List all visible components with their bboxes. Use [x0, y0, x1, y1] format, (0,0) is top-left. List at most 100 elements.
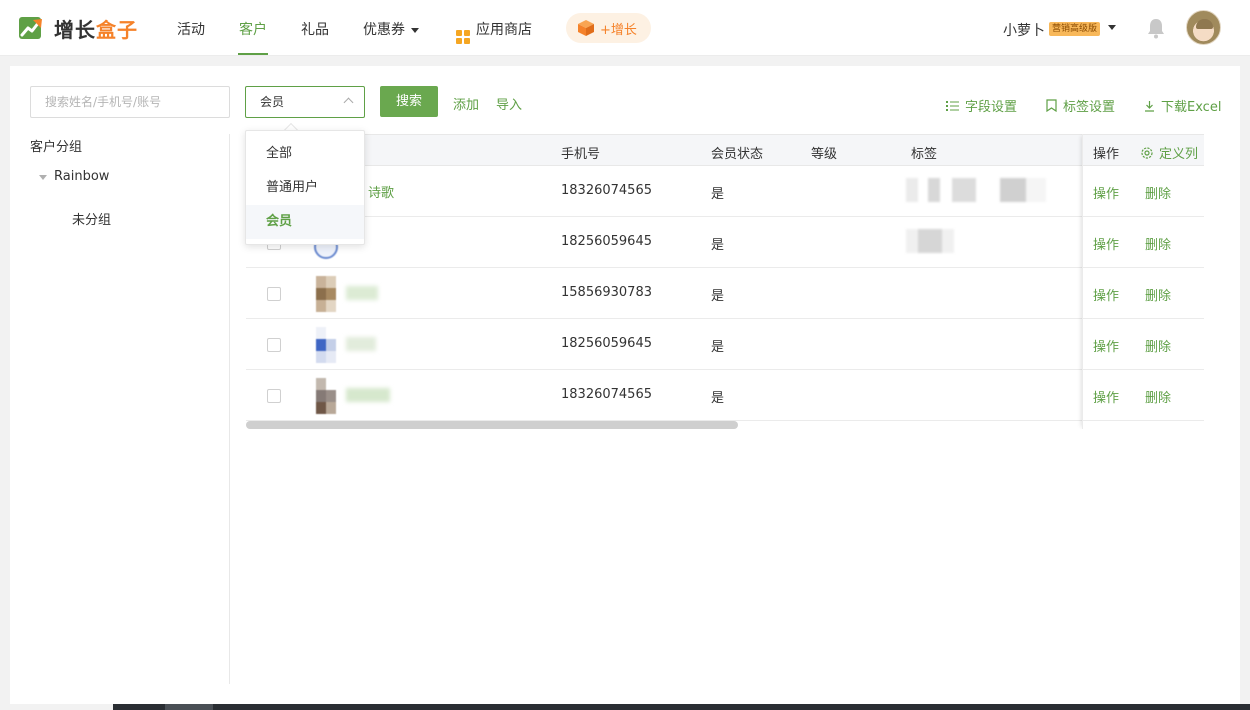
table-row[interactable]: i 18256059645 是 [246, 217, 1204, 268]
brand-logo[interactable]: 增长盒子 [18, 14, 138, 42]
search-button[interactable]: 搜索 [380, 86, 438, 117]
delete-link[interactable]: 删除 [1145, 183, 1171, 202]
custom-columns-button[interactable]: 定义列 [1140, 143, 1198, 162]
customer-group-title: 客户分组 [30, 140, 83, 155]
tree-expand-icon[interactable] [39, 175, 47, 180]
user-avatar[interactable] [1186, 10, 1221, 45]
customer-tags-redacted [906, 229, 954, 253]
customer-phone: 18326074565 [561, 183, 652, 198]
actions-column: 操作 定义列 操作 删除 操作 删除 操作 删除 操作 删除 操作 删除 [1082, 134, 1204, 429]
customer-phone: 18256059645 [561, 336, 652, 351]
customer-phone: 15856930783 [561, 285, 652, 300]
customer-name-redacted [346, 286, 378, 300]
chevron-up-icon [343, 97, 354, 108]
tree-node-ungrouped[interactable]: 未分组 [72, 209, 111, 228]
actions-cell: 操作 删除 [1083, 217, 1204, 268]
customer-avatar [310, 327, 342, 363]
field-settings-label: 字段设置 [965, 100, 1018, 115]
import-link[interactable]: 导入 [496, 94, 522, 113]
customer-member-status: 是 [711, 289, 725, 304]
customer-member-status: 是 [711, 340, 725, 355]
user-name[interactable]: 小萝卜 [1003, 20, 1045, 40]
nav-item-app-store[interactable]: 应用商店 [456, 19, 532, 44]
user-menu-chevron-icon[interactable] [1108, 25, 1116, 30]
tree-node-rainbow[interactable]: Rainbow [54, 169, 109, 184]
operate-link[interactable]: 操作 [1093, 183, 1119, 202]
delete-link[interactable]: 删除 [1145, 285, 1171, 304]
tag-settings-label: 标签设置 [1063, 100, 1116, 115]
nav-item-customers[interactable]: 客户 [239, 19, 267, 39]
customer-phone: 18256059645 [561, 234, 652, 249]
row-checkbox[interactable] [267, 338, 281, 352]
delete-link[interactable]: 删除 [1145, 234, 1171, 253]
operate-link[interactable]: 操作 [1093, 285, 1119, 304]
brand-name-part2: 盒子 [96, 17, 138, 42]
scrollbar-thumb[interactable] [246, 421, 738, 429]
nav-item-gifts[interactable]: 礼品 [301, 19, 329, 39]
customer-member-status: 是 [711, 238, 725, 253]
customer-avatar [310, 276, 342, 312]
dropdown-option-all[interactable]: 全部 [246, 137, 364, 171]
nav-coupons-label: 优惠券 [363, 22, 405, 38]
column-header-member-status: 会员状态 [711, 147, 764, 162]
download-icon [1145, 100, 1154, 112]
growth-chart-icon [19, 17, 42, 39]
top-nav-bar: 增长盒子 活动 客户 礼品 优惠券 应用商店 +增长 小萝卜 营销高级版 [0, 0, 1250, 56]
member-filter-dropdown: 全部 普通用户 会员 [245, 130, 365, 245]
table-row[interactable]: 18326074565 是 [246, 370, 1204, 421]
customer-name-redacted [346, 388, 390, 402]
horizontal-scrollbar[interactable] [246, 421, 1204, 429]
content-card: 会员 搜索 添加 导入 字段设置 标签设置 下载Excel 客户分组 Rainb… [10, 66, 1240, 704]
operate-link[interactable]: 操作 [1093, 387, 1119, 406]
dropdown-option-member[interactable]: 会员 [246, 205, 364, 239]
download-excel-link[interactable]: 下载Excel [1144, 96, 1221, 115]
custom-columns-label: 定义列 [1159, 147, 1199, 162]
list-icon [946, 100, 959, 111]
table-row[interactable]: 诗歌 18326074565 是 [246, 166, 1204, 217]
dropdown-option-regular[interactable]: 普通用户 [246, 171, 364, 205]
customer-name-redacted [346, 337, 376, 351]
nav-item-activities[interactable]: 活动 [177, 19, 205, 39]
row-checkbox[interactable] [267, 287, 281, 301]
column-header-actions: 操作 [1093, 147, 1120, 162]
member-filter-select[interactable]: 会员 [245, 86, 365, 118]
download-excel-label: 下载Excel [1161, 100, 1222, 115]
grow-button[interactable]: +增长 [566, 13, 651, 43]
brand-name-part1: 增长 [54, 17, 96, 42]
bookmark-icon [1046, 99, 1057, 112]
delete-link[interactable]: 删除 [1145, 336, 1171, 355]
bell-icon[interactable] [1146, 17, 1166, 39]
customer-phone: 18326074565 [561, 387, 652, 402]
operate-link[interactable]: 操作 [1093, 234, 1119, 253]
gift-box-icon [578, 20, 594, 36]
customer-name[interactable]: 诗歌 [368, 182, 394, 201]
table-header: 手机号 会员状态 等级 标签 [246, 134, 1204, 166]
plan-badge: 营销高级版 [1049, 22, 1101, 36]
add-link[interactable]: 添加 [453, 94, 479, 113]
actions-column-header: 操作 定义列 [1083, 134, 1204, 166]
grow-button-label: +增长 [600, 22, 637, 38]
gear-icon [1141, 146, 1153, 159]
delete-link[interactable]: 删除 [1145, 387, 1171, 406]
app-grid-icon [456, 30, 470, 44]
actions-cell: 操作 删除 [1083, 166, 1204, 217]
field-settings-link[interactable]: 字段设置 [946, 96, 1017, 115]
customer-member-status: 是 [711, 391, 725, 406]
column-header-phone: 手机号 [561, 147, 601, 162]
search-input[interactable] [30, 86, 230, 118]
customer-table: 手机号 会员状态 等级 标签 诗歌 18326074565 是 i 182560… [246, 134, 1204, 429]
nav-item-coupons[interactable]: 优惠券 [363, 19, 419, 39]
chevron-down-icon [411, 27, 419, 33]
table-row[interactable]: 18256059645 是 [246, 319, 1204, 370]
sidebar-divider [229, 134, 230, 684]
actions-cell: 操作 删除 [1083, 268, 1204, 319]
table-row[interactable]: 15856930783 是 [246, 268, 1204, 319]
column-header-level: 等级 [811, 147, 838, 162]
column-header-tags: 标签 [911, 147, 938, 162]
tag-settings-link[interactable]: 标签设置 [1046, 96, 1115, 115]
customer-avatar [310, 378, 342, 414]
row-checkbox[interactable] [267, 389, 281, 403]
operate-link[interactable]: 操作 [1093, 336, 1119, 355]
actions-cell: 操作 删除 [1083, 370, 1204, 421]
customer-tags-redacted [906, 178, 1046, 202]
